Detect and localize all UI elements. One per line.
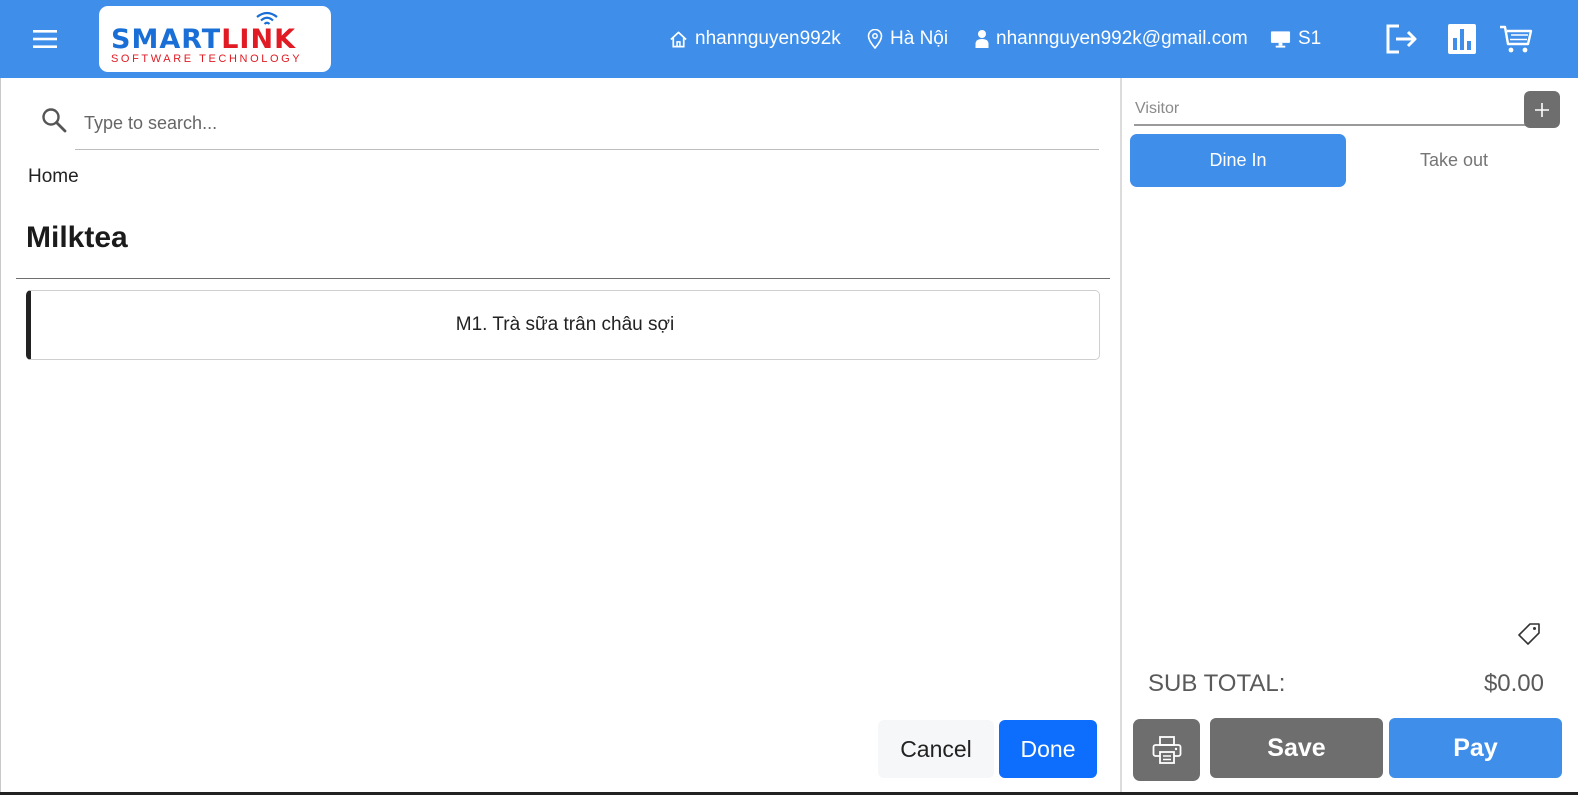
header-station: S1 — [1270, 26, 1321, 52]
category-title: Milktea — [26, 221, 128, 254]
add-visitor-button[interactable] — [1524, 91, 1560, 128]
map-pin-icon — [867, 29, 883, 49]
done-button[interactable]: Done — [999, 720, 1097, 778]
tag-icon — [1518, 623, 1540, 645]
smartlink-logo[interactable]: SMARTLINK SOFTWARE TECHNOLOGY — [99, 6, 331, 72]
visitor-input[interactable] — [1134, 94, 1528, 126]
save-button[interactable]: Save — [1210, 718, 1383, 778]
home-icon — [670, 31, 687, 47]
cart-button[interactable] — [1496, 20, 1536, 58]
menu-panel: Home Milktea M1. Trà sữa trân châu sợi C… — [0, 78, 1120, 792]
header-location: Hà Nội — [867, 26, 948, 52]
user-icon — [975, 30, 989, 48]
header-email-text: nhannguyen992k@gmail.com — [996, 28, 1248, 49]
menu-item-label: M1. Trà sữa trân châu sợi — [455, 314, 675, 335]
plus-icon — [1535, 102, 1549, 117]
monitor-icon — [1270, 31, 1291, 48]
pay-button[interactable]: Pay — [1389, 718, 1562, 778]
cart-icon — [1500, 25, 1533, 53]
cancel-button[interactable]: Cancel — [878, 720, 994, 778]
search-icon-wrapper — [41, 107, 67, 138]
menu-item-card[interactable]: M1. Trà sữa trân châu sợi — [26, 290, 1100, 360]
top-app-bar: SMARTLINK SOFTWARE TECHNOLOGY nhannguyen… — [0, 0, 1578, 78]
printer-icon — [1152, 736, 1181, 764]
print-button[interactable] — [1133, 719, 1200, 781]
discount-button[interactable] — [1517, 622, 1541, 651]
search-input[interactable] — [75, 98, 1099, 150]
order-panel: Dine In Take out SUB TOTAL: $0.00 Save P… — [1120, 78, 1578, 792]
bottom-border — [0, 792, 1578, 795]
tab-take-out[interactable]: Take out — [1346, 134, 1562, 187]
header-user: nhannguyen992k — [669, 26, 841, 52]
header-email: nhannguyen992k@gmail.com — [975, 26, 1248, 52]
header-username: nhannguyen992k — [695, 28, 841, 49]
header-station-text: S1 — [1298, 28, 1322, 49]
breadcrumb[interactable]: Home — [28, 166, 79, 188]
logo-tagline: SOFTWARE TECHNOLOGY — [111, 53, 303, 65]
header-location-text: Hà Nội — [890, 28, 949, 49]
tab-dine-in[interactable]: Dine In — [1130, 134, 1346, 187]
logout-icon — [1386, 24, 1417, 54]
menu-icon — [33, 30, 57, 48]
subtotal-value: $0.00 — [1483, 670, 1544, 697]
search-icon — [42, 108, 67, 133]
logout-button[interactable] — [1382, 20, 1422, 58]
bar-chart-icon — [1448, 24, 1476, 54]
menu-button[interactable] — [24, 22, 66, 56]
reports-button[interactable] — [1442, 20, 1482, 58]
category-divider — [16, 278, 1110, 279]
logo-wordmark: SMARTLINK — [111, 24, 296, 55]
subtotal-label: SUB TOTAL: — [1148, 670, 1286, 697]
